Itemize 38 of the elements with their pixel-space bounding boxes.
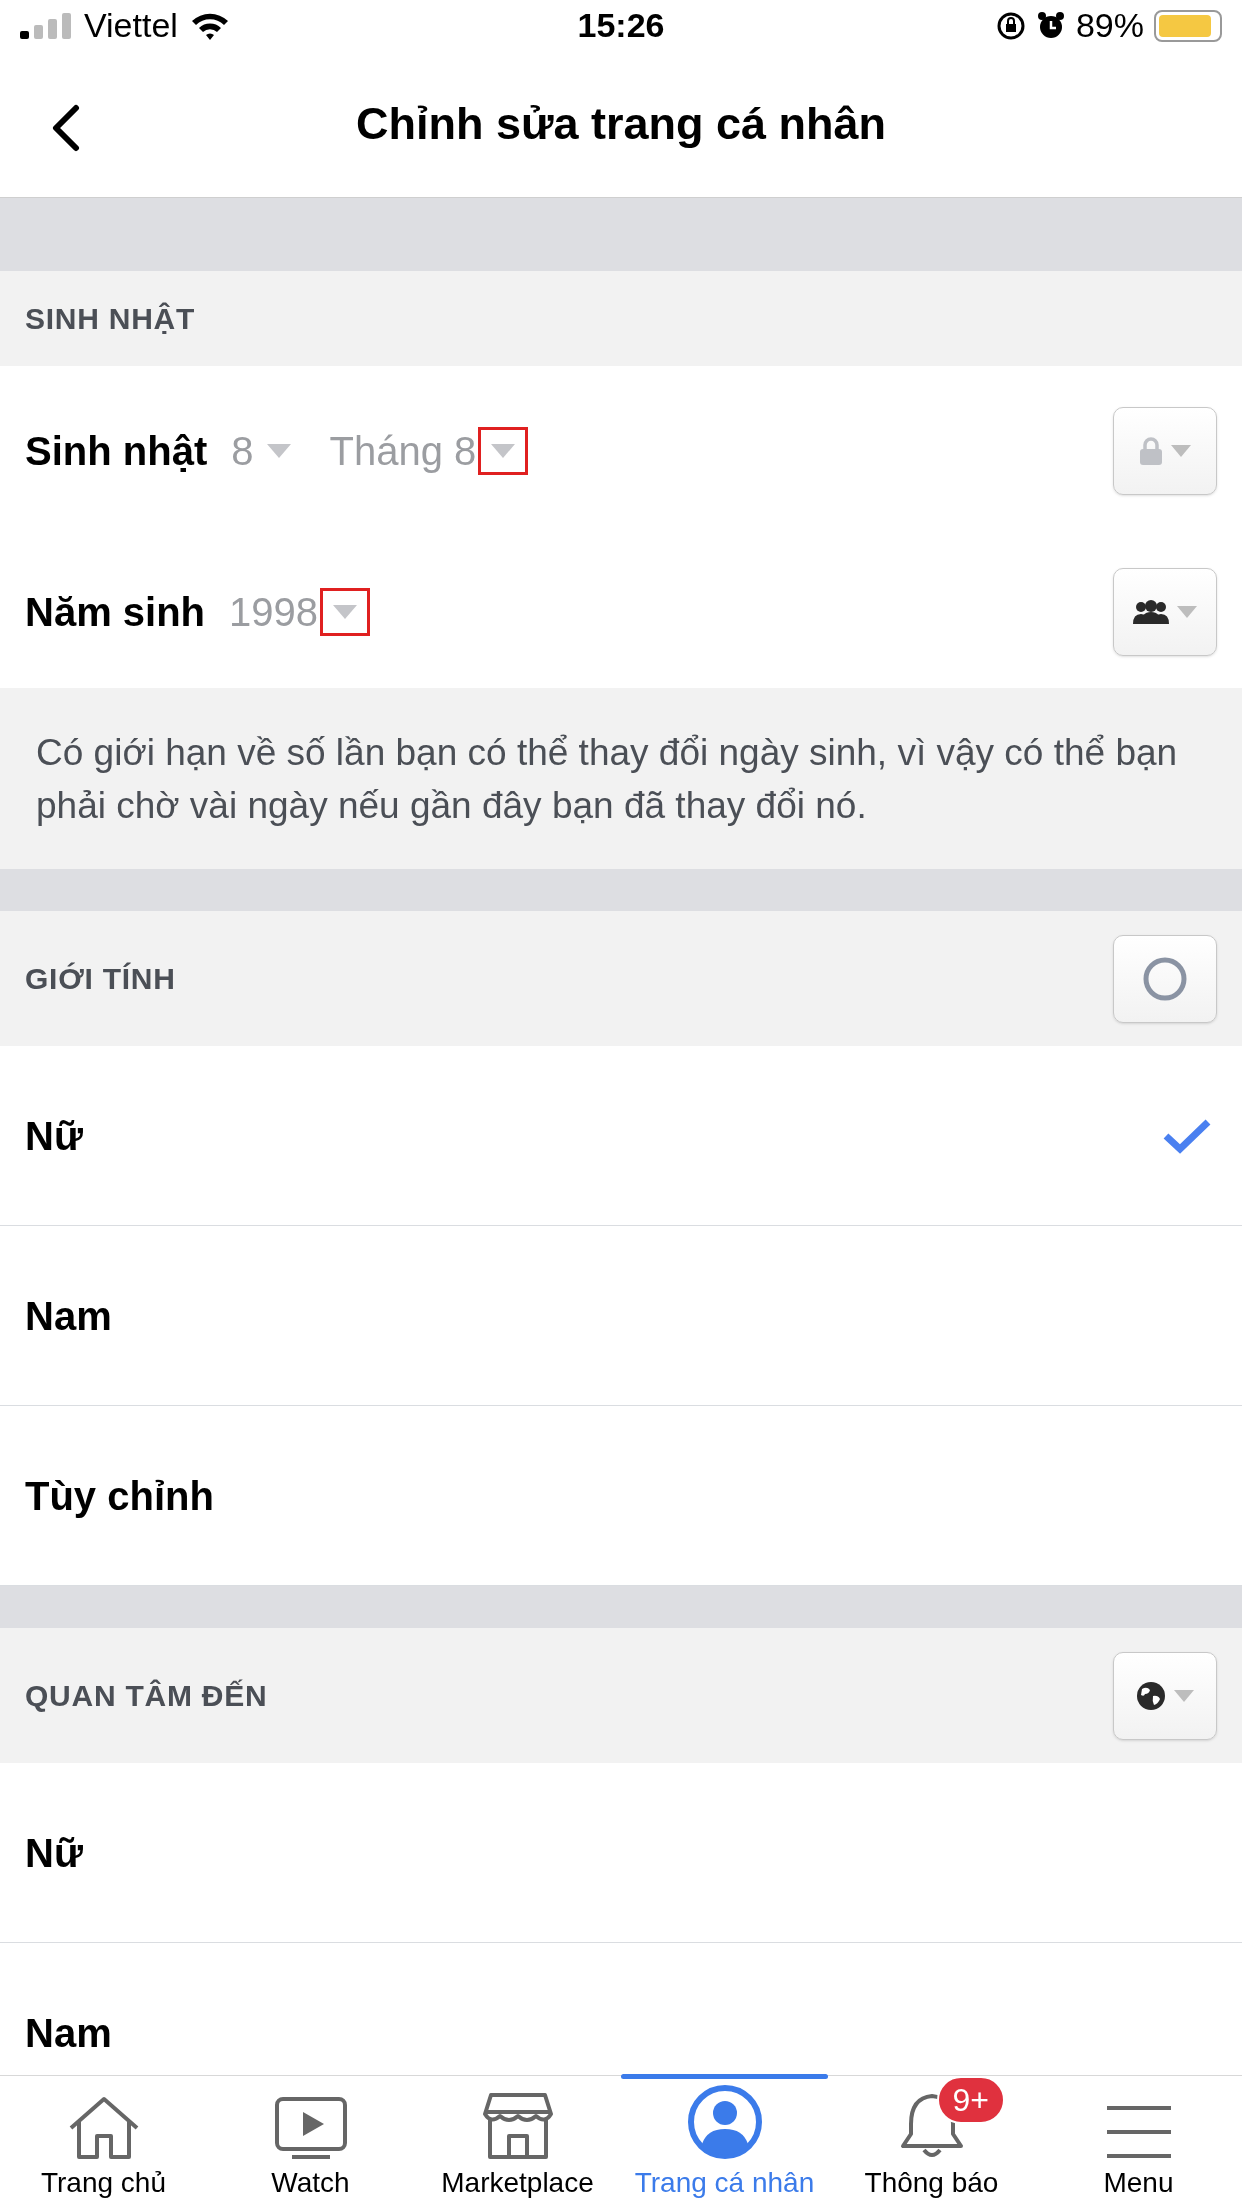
- rotation-lock-icon: [995, 10, 1026, 41]
- status-time: 15:26: [576, 5, 666, 46]
- menu-icon: [1104, 2104, 1173, 2160]
- signal-icon: [20, 12, 72, 39]
- tab-item[interactable]: Menu: [1035, 2076, 1242, 2208]
- circle-icon: [1142, 955, 1188, 1002]
- privacy-button[interactable]: [1113, 1651, 1217, 1740]
- caret-icon: [333, 605, 358, 619]
- page-title: Chỉnh sửa trang cá nhân: [355, 97, 887, 152]
- notification-badge: 9+: [936, 2076, 1005, 2124]
- info-note: Có giới hạn về số lần bạn có thể thay đổi ngày sinh, vì vậy có thể bạn phải chờ vài ngày nếu gần đây bạn đã thay đổi nó.: [36, 730, 1179, 828]
- check-icon: [1162, 1117, 1212, 1154]
- caret-icon: [1171, 445, 1191, 457]
- tab-item[interactable]: Watch: [207, 2076, 414, 2208]
- caret-icon: [1174, 1689, 1194, 1702]
- section-header: GIỚI TÍNH: [25, 961, 176, 997]
- store-icon: [480, 2092, 555, 2160]
- field-label: Sinh nhật: [25, 428, 208, 475]
- caret-icon: [491, 444, 516, 458]
- carrier-name: Viettel: [84, 5, 178, 46]
- section-header: QUAN TÂM ĐẾN: [25, 1678, 268, 1714]
- field-label: Năm sinh: [25, 589, 206, 636]
- play-screen-icon: [273, 2096, 348, 2160]
- tab-item[interactable]: Trang chủ: [0, 2076, 207, 2208]
- battery-icon: [1154, 9, 1222, 42]
- caret-icon: [267, 444, 292, 458]
- people-icon: [1133, 600, 1169, 624]
- battery-percent: 89%: [1075, 5, 1144, 46]
- caret-icon: [1177, 606, 1197, 618]
- alarm-icon: [1035, 10, 1066, 41]
- tab-item[interactable]: Marketplace: [414, 2076, 621, 2208]
- tab-item[interactable]: Trang cá nhân: [621, 2076, 828, 2208]
- section-header: SINH NHẬT: [25, 301, 196, 337]
- tab-item[interactable]: 9+ Thông báo: [828, 2076, 1035, 2208]
- profile-icon: [686, 2084, 763, 2160]
- globe-icon: [1136, 1680, 1166, 1711]
- privacy-button[interactable]: [1113, 568, 1217, 656]
- lock-icon: [1139, 437, 1163, 465]
